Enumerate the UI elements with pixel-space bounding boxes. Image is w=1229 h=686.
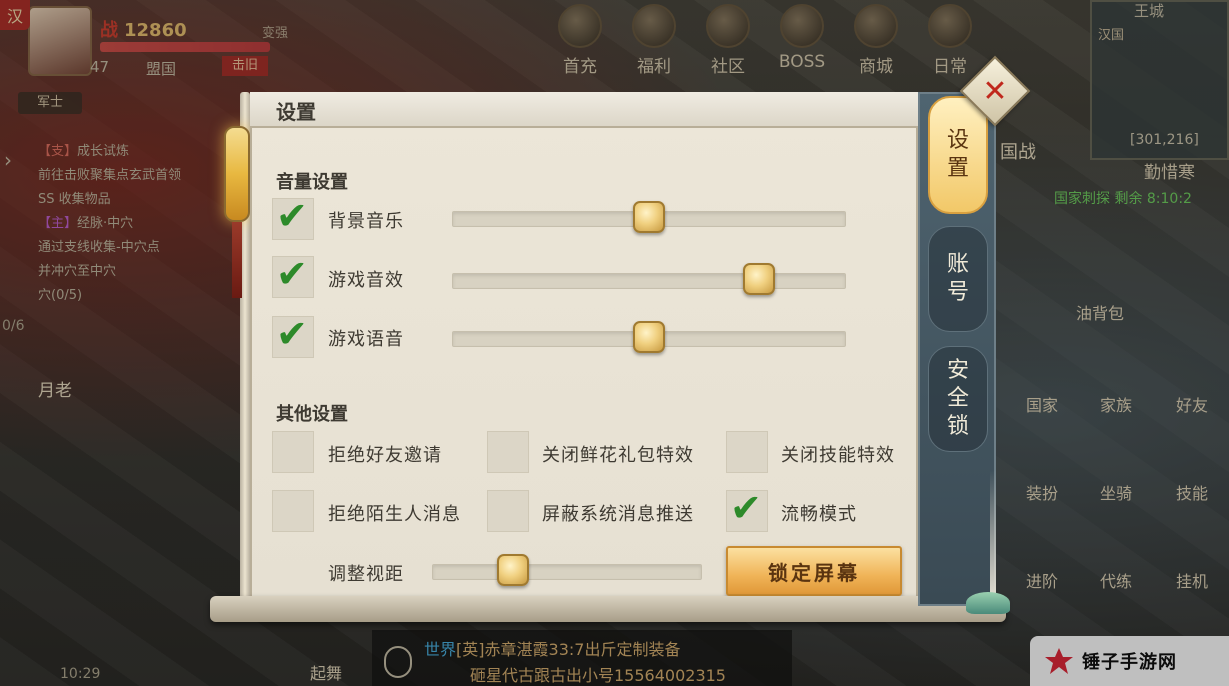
sfx-slider-knob[interactable] [743,263,776,295]
sfx-label: 游戏音效 [328,270,404,291]
tab-security-lock[interactable]: 安全锁 [928,346,988,452]
reject-stranger-label: 拒绝陌生人消息 [328,504,461,525]
view-distance-knob[interactable] [497,554,529,586]
reject-stranger-checkbox[interactable] [272,490,314,532]
disable-flower-fx-label: 关闭鲜花礼包特效 [542,445,694,466]
reject-friend-label: 拒绝好友邀请 [328,445,442,466]
brush-decoration [990,470,996,596]
lotus-decoration [966,592,1010,614]
checkmark-icon: ✔ [730,486,762,530]
tab-security-lock-label: 安全锁 [946,358,969,439]
voice-label: 游戏语音 [328,329,404,350]
lock-screen-button[interactable]: 锁定屏幕 [726,546,902,596]
tab-account-label: 账号 [946,252,969,305]
other-section-title: 其他设置 [276,404,348,425]
voice-slider-knob[interactable] [633,321,665,353]
tab-account[interactable]: 账号 [928,226,988,332]
settings-title-bar [250,92,918,128]
tassel-decoration [232,222,242,298]
smooth-mode-label: 流畅模式 [781,504,857,525]
settings-title: 设置 [276,100,316,124]
tab-settings-label: 设置 [946,128,969,181]
sfx-slider-track[interactable] [452,273,846,289]
checkmark-icon: ✔ [276,252,308,296]
disable-skill-fx-checkbox[interactable] [726,431,768,473]
smooth-mode-checkbox[interactable]: ✔ [726,486,768,532]
bgm-label: 背景音乐 [328,211,404,232]
close-icon[interactable]: ✕ [970,66,1020,116]
disable-skill-fx-label: 关闭技能特效 [781,445,895,466]
checkmark-icon: ✔ [276,194,308,238]
reject-friend-checkbox[interactable] [272,431,314,473]
lantern-icon [224,126,250,222]
bgm-checkbox[interactable]: ✔ [272,194,314,240]
sfx-checkbox[interactable]: ✔ [272,252,314,298]
dialog-base [210,596,1006,622]
bgm-slider-knob[interactable] [633,201,665,233]
block-system-push-label: 屏蔽系统消息推送 [542,504,694,525]
block-system-push-checkbox[interactable] [487,490,529,532]
view-distance-track[interactable] [432,564,702,580]
checkmark-icon: ✔ [276,312,308,356]
view-distance-label: 调整视距 [328,564,404,585]
disable-flower-fx-checkbox[interactable] [487,431,529,473]
volume-section-title: 音量设置 [276,172,348,193]
voice-checkbox[interactable]: ✔ [272,312,314,358]
